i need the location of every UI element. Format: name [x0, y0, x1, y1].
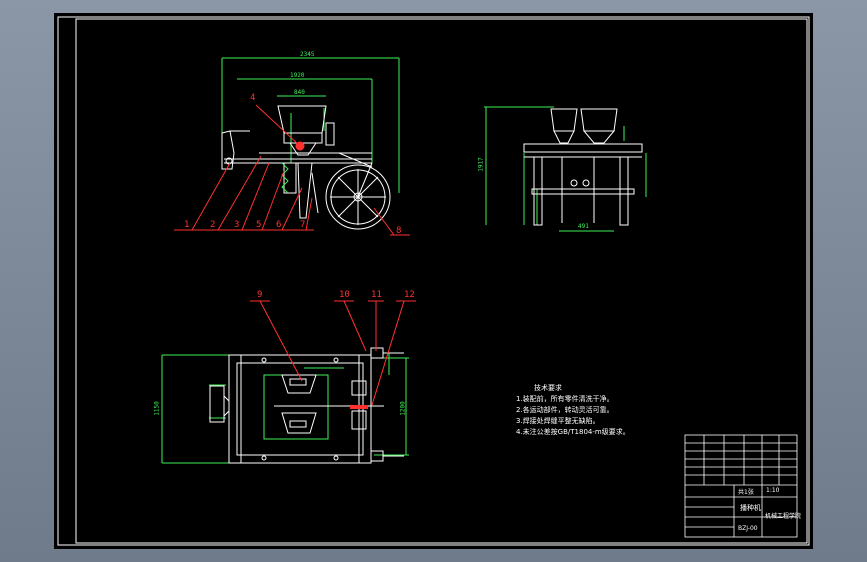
- tb-school: 机械工程学院: [765, 513, 802, 520]
- outer-border: [57, 16, 810, 546]
- tb-scale: 1:10: [766, 487, 780, 494]
- callout-8: 8: [396, 226, 402, 236]
- dim-plan-height: 1150: [153, 401, 161, 416]
- front-dimensions: [484, 106, 647, 232]
- notes-line-3: 3.焊接处焊缝平整无缺陷。: [516, 417, 600, 425]
- callout-7: 7: [300, 220, 306, 230]
- plan-hopper-lower: [281, 412, 317, 434]
- plan-dimensions: [161, 353, 409, 464]
- callout-4: 4: [250, 93, 256, 103]
- inner-border: [75, 18, 808, 544]
- front-hopper-right: [580, 108, 618, 132]
- tb-sheet: 共1张: [738, 489, 754, 496]
- plan-frame: [228, 354, 372, 464]
- notes-line-1: 1.装配前，所有零件清洗干净。: [516, 395, 614, 403]
- callout-6: 6: [276, 220, 282, 230]
- callout-3: 3: [234, 220, 240, 230]
- notes-title: 技术要求: [534, 384, 562, 392]
- front-view: [484, 106, 647, 232]
- plan-hopper-upper: [281, 374, 317, 394]
- callout-2: 2: [210, 220, 216, 230]
- drawing-sheet: 1 2 3 4 5 6 7 8 9 10 11 12 2345 1920 840…: [54, 13, 813, 549]
- seed-hopper: [277, 105, 327, 134]
- callout-1: 1: [184, 220, 190, 230]
- plan-view: [161, 347, 409, 464]
- tb-drawing-no: BZJ-00: [738, 525, 758, 532]
- technical-notes: 技术要求 1.装配前，所有零件清洗干净。 2.各运动部件，转动灵活可靠。 3.焊…: [516, 383, 630, 438]
- notes-line-4: 4.未注公差按GB/T1804-m级要求。: [516, 428, 630, 436]
- dim-front-height: 1917: [477, 157, 485, 172]
- cad-drawing: [57, 16, 810, 546]
- callout-9: 9: [257, 290, 263, 300]
- callout-10: 10: [339, 290, 350, 300]
- dim-side-total: 2345: [300, 51, 315, 58]
- dim-front-width: 491: [578, 223, 589, 230]
- callout-12: 12: [404, 290, 415, 300]
- notes-line-2: 2.各运动部件，转动灵活可靠。: [516, 406, 614, 414]
- dim-plan-right: 1200: [399, 401, 407, 416]
- callout-11: 11: [371, 290, 382, 300]
- title-block: [684, 434, 798, 538]
- front-hopper-left: [550, 108, 578, 132]
- dim-side-hopper: 840: [294, 89, 305, 96]
- dim-side-inner: 1920: [290, 72, 305, 79]
- tb-drawing-name: 播种机: [740, 504, 761, 512]
- callout-5: 5: [256, 220, 262, 230]
- plan-accent: [350, 405, 368, 409]
